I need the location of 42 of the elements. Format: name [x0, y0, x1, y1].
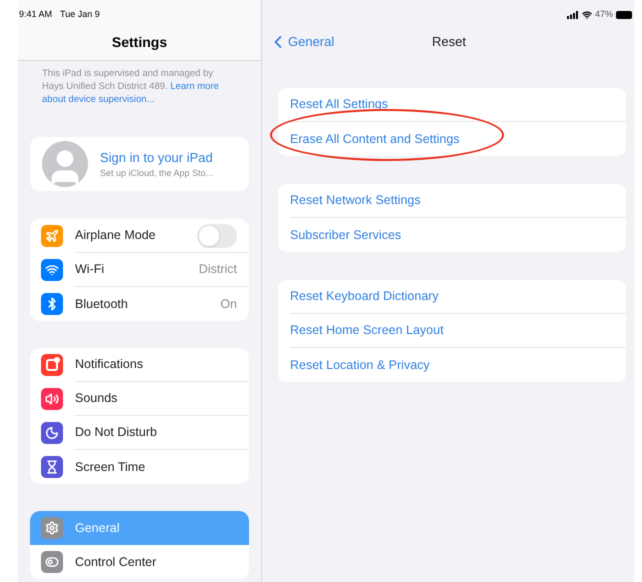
account-subtitle: Set up iCloud, the App Sto...	[100, 167, 214, 180]
detail-title: Reset	[432, 32, 466, 51]
wifi-status-icon	[582, 10, 592, 20]
row-value: On	[220, 296, 237, 313]
reset-option[interactable]: Reset Location & Privacy	[290, 356, 430, 374]
reset-option[interactable]: Reset Keyboard Dictionary	[290, 287, 439, 306]
settings-row[interactable]: Airplane Mode	[30, 219, 249, 253]
settings-row[interactable]: Notifications	[30, 348, 249, 382]
row-label: General	[75, 520, 120, 537]
avatar-icon	[42, 141, 88, 187]
row-label: Do Not Disturb	[75, 424, 158, 442]
battery-percent: 47%	[594, 8, 613, 21]
status-date: Tue Jan 9	[60, 8, 100, 21]
row-value: District	[198, 261, 237, 278]
reset-option[interactable]: Subscriber Services	[290, 226, 402, 244]
reset-option[interactable]: Reset Home Screen Layout	[290, 321, 444, 340]
settings-row[interactable]: Control Center	[30, 545, 249, 579]
account-card[interactable]: Sign in to your iPad Set up iCloud, the App Sto...	[30, 137, 249, 191]
battery-icon	[616, 10, 632, 19]
settings-row[interactable]: General	[30, 511, 249, 545]
settings-row[interactable]: Do Not Disturb	[30, 416, 249, 450]
row-label: Notifications	[75, 356, 144, 374]
reset-option[interactable]: Reset All Settings	[290, 95, 388, 114]
status-time: 9:41 AM	[19, 8, 52, 21]
row-label: Screen Time	[75, 458, 146, 476]
settings-row[interactable]: Screen Time	[30, 450, 249, 484]
back-button[interactable]: General	[262, 32, 334, 52]
row-label: Bluetooth	[75, 296, 129, 313]
signal-icon	[566, 10, 579, 19]
reset-option[interactable]: Erase All Content and Settings	[290, 130, 460, 148]
row-label: Control Center	[75, 554, 158, 571]
row-label: Wi-Fi	[75, 261, 106, 278]
row-label: Sounds	[75, 390, 118, 408]
sidebar-title: Settings	[112, 32, 168, 52]
settings-row[interactable]: Sounds	[30, 382, 249, 416]
row-label: Airplane Mode	[75, 227, 157, 244]
settings-row[interactable]: Bluetooth On	[30, 287, 249, 321]
settings-row[interactable]: Wi-Fi District	[30, 253, 249, 287]
toggle-switch[interactable]	[197, 224, 237, 248]
reset-option[interactable]: Reset Network Settings	[290, 191, 421, 210]
account-title: Sign in to your iPad	[100, 148, 214, 167]
supervision-text: This iPad is supervised and managed by Hays Unified Sch District 489. Learn more about device supervision...	[42, 67, 220, 106]
